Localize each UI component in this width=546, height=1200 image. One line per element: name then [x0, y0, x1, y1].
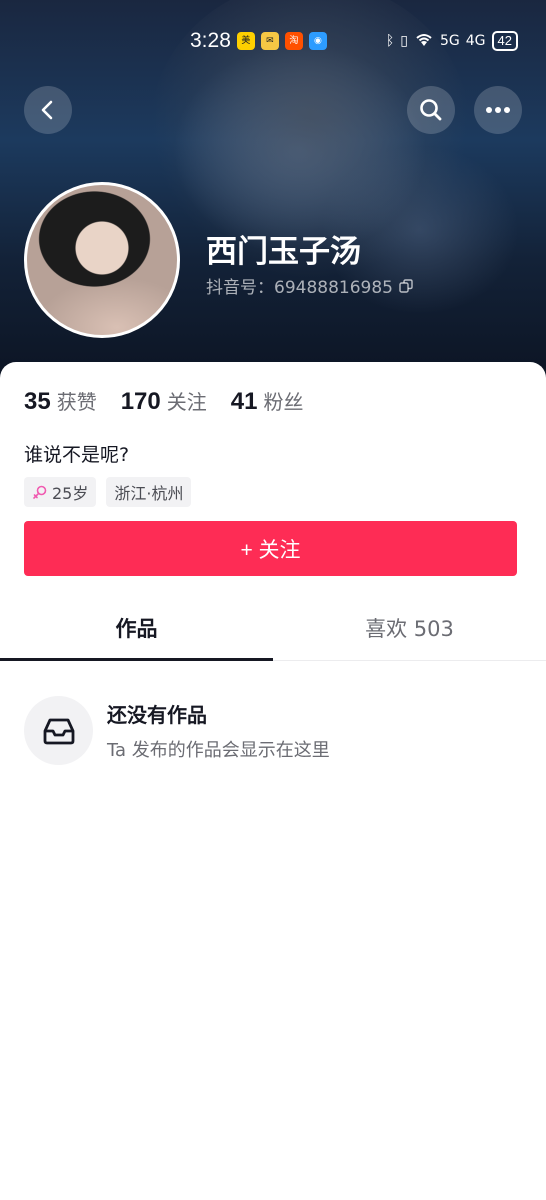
follow-button[interactable]: + 关注	[24, 521, 517, 576]
location-tag: 浙江·杭州	[106, 477, 192, 507]
profile-header-banner: 3:28 美 ✉ 淘 ◉ ᛒ ▯ 5G 4G 42 西门玉子汤 抖音号：6948…	[0, 0, 546, 400]
profile-tags: 25岁 浙江·杭州	[24, 477, 192, 507]
mail-app-icon: ✉	[260, 32, 279, 50]
profile-bio: 谁说不是呢?	[24, 444, 130, 466]
likes-stat[interactable]: 35 获赞	[24, 386, 97, 416]
following-stat[interactable]: 170 关注	[121, 386, 207, 416]
search-icon	[420, 99, 442, 121]
douyin-id-text: 抖音号：69488816985	[206, 278, 393, 298]
wifi-icon	[414, 31, 434, 51]
avatar[interactable]	[24, 182, 180, 338]
age-text: 25岁	[52, 484, 89, 503]
followers-stat[interactable]: 41 粉丝	[231, 386, 304, 416]
empty-title: 还没有作品	[107, 703, 207, 727]
status-time: 3:28	[190, 29, 231, 52]
tab-works[interactable]: 作品	[0, 596, 273, 661]
likes-label: 获赞	[56, 390, 97, 414]
signal-5g-icon: 5G	[440, 33, 460, 49]
age-tag: 25岁	[24, 477, 97, 507]
likes-count: 35	[24, 388, 51, 415]
browser-app-icon: ◉	[308, 32, 327, 50]
followers-count: 41	[230, 388, 258, 415]
chevron-left-icon	[41, 100, 53, 120]
tab-likes[interactable]: 喜欢 503	[273, 596, 546, 660]
douyin-id[interactable]: 抖音号：69488816985	[206, 273, 413, 298]
status-icons: ᛒ ▯ 5G 4G 42	[386, 31, 518, 51]
empty-subtitle: Ta 发布的作品会显示在这里	[107, 740, 330, 761]
profile-stats: 35 获赞 170 关注 41 粉丝	[24, 386, 303, 416]
more-horizontal-icon	[486, 107, 510, 113]
battery-icon: 42	[491, 31, 518, 51]
meituan-app-icon: 美	[236, 32, 255, 50]
followers-label: 粉丝	[263, 390, 304, 414]
profile-tabs: 作品 喜欢 503	[0, 596, 546, 661]
following-label: 关注	[166, 390, 207, 414]
empty-text: 还没有作品 Ta 发布的作品会显示在这里	[107, 699, 330, 762]
profile-content-sheet: 35 获赞 170 关注 41 粉丝 谁说不是呢? 25岁 浙江·杭州 + 关注 作品…	[0, 362, 546, 1200]
profile-name: 西门玉子汤	[206, 234, 361, 270]
status-bar: 3:28 美 ✉ 淘 ◉ ᛒ ▯ 5G 4G 42	[190, 28, 518, 54]
taobao-app-icon: 淘	[284, 32, 303, 50]
bluetooth-icon: ᛒ	[385, 33, 395, 49]
search-button[interactable]	[407, 86, 455, 134]
signal-4g-icon: 4G	[465, 33, 486, 49]
more-button[interactable]	[474, 86, 522, 134]
vibrate-icon: ▯	[400, 33, 408, 49]
inbox-tray-icon	[24, 696, 93, 765]
empty-works-state: 还没有作品 Ta 发布的作品会显示在这里	[24, 696, 330, 765]
copy-icon[interactable]	[399, 278, 413, 293]
back-button[interactable]	[24, 86, 72, 134]
following-count: 170	[120, 388, 161, 415]
female-gender-icon	[33, 485, 47, 499]
